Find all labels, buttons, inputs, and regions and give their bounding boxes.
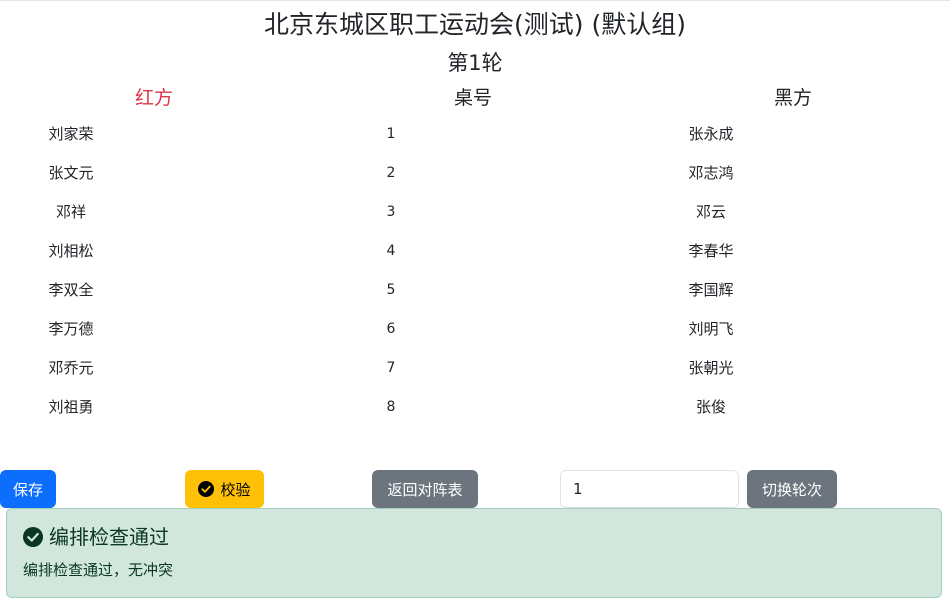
pairing-row: 李万德 6 刘明飞 <box>0 310 950 349</box>
black-player: 张永成 <box>688 125 734 143</box>
round-title: 第1轮 <box>447 51 503 75</box>
check-button[interactable]: 校验 <box>185 470 264 508</box>
red-player: 刘家荣 <box>48 125 94 143</box>
red-player: 李万德 <box>48 320 94 338</box>
check-circle-icon <box>198 481 215 497</box>
black-player: 张朝光 <box>688 359 734 377</box>
table-number: 3 <box>386 204 396 220</box>
pairing-row: 刘家荣 1 张永成 <box>0 115 950 154</box>
round-input[interactable] <box>560 470 739 508</box>
check-button-label: 校验 <box>220 480 251 499</box>
alert-heading: 编排检查通过 <box>23 523 169 551</box>
check-circle-icon <box>23 527 43 547</box>
pairing-row: 张文元 2 邓志鸿 <box>0 154 950 193</box>
black-player: 李国辉 <box>688 281 734 299</box>
column-header-table: 桌号 <box>453 87 492 109</box>
table-number: 8 <box>386 399 396 415</box>
table-number: 2 <box>386 165 396 181</box>
alert-message: 编排检查通过，无冲突 <box>23 561 174 579</box>
alert-title: 编排检查通过 <box>49 525 169 549</box>
black-player: 刘明飞 <box>688 320 734 338</box>
red-player: 刘相松 <box>48 242 94 260</box>
red-player: 邓祥 <box>55 203 86 221</box>
pairing-row: 邓祥 3 邓云 <box>0 193 950 232</box>
column-header-black: 黑方 <box>773 87 812 109</box>
pairing-row: 李双全 5 李国辉 <box>0 271 950 310</box>
red-player: 刘祖勇 <box>48 398 94 416</box>
black-player: 邓云 <box>695 203 726 221</box>
black-player: 邓志鸿 <box>688 164 734 182</box>
column-header-red: 红方 <box>134 87 173 109</box>
table-number: 5 <box>386 282 396 298</box>
back-to-schedule-button[interactable]: 返回对阵表 <box>372 470 478 508</box>
table-number: 7 <box>386 360 396 376</box>
black-player: 李春华 <box>688 242 734 260</box>
table-number: 6 <box>386 321 396 337</box>
black-player: 张俊 <box>695 398 726 416</box>
pairing-row: 刘祖勇 8 张俊 <box>0 388 950 427</box>
success-alert: 编排检查通过 编排检查通过，无冲突 <box>6 508 942 598</box>
pairing-row: 邓乔元 7 张朝光 <box>0 349 950 388</box>
red-player: 邓乔元 <box>48 359 94 377</box>
switch-round-button[interactable]: 切换轮次 <box>747 470 837 508</box>
save-button[interactable]: 保存 <box>0 470 56 508</box>
red-player: 张文元 <box>48 164 94 182</box>
table-number: 4 <box>386 243 396 259</box>
red-player: 李双全 <box>48 281 94 299</box>
pairing-row: 刘相松 4 李春华 <box>0 232 950 271</box>
page-title: 北京东城区职工运动会(测试) (默认组) <box>264 10 686 39</box>
table-number: 1 <box>386 126 396 142</box>
